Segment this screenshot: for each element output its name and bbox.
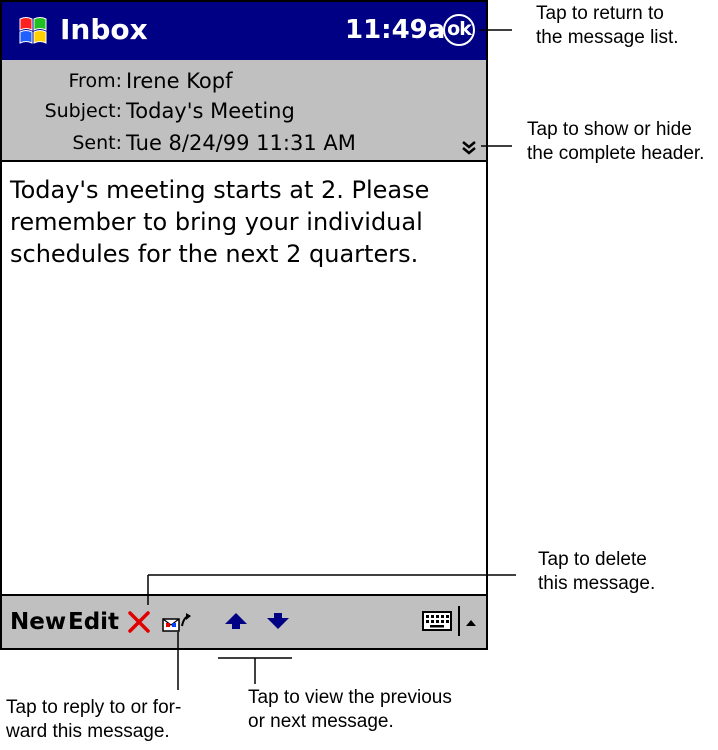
sent-row: Sent: xyxy=(2,128,122,158)
down-arrow-icon[interactable] xyxy=(266,611,290,631)
message-body: Today's meeting starts at 2. Please reme… xyxy=(10,176,430,268)
subject-row: Subject: xyxy=(2,96,122,126)
menu-new[interactable]: New xyxy=(10,606,66,638)
input-menu-arrow-icon[interactable] xyxy=(464,612,478,626)
callout-header: Tap to show or hide the complete header. xyxy=(527,119,705,164)
subject-value: Today's Meeting xyxy=(126,99,295,123)
pocket-pc-screen: Inbox 11:49a ok From: Irene Kopf Subject… xyxy=(0,0,488,650)
keyboard-icon[interactable] xyxy=(422,610,454,632)
clock[interactable]: 11:49a xyxy=(345,10,445,50)
subject-label: Subject: xyxy=(44,100,122,122)
delete-x-icon[interactable] xyxy=(126,609,152,635)
app-title: Inbox xyxy=(60,13,148,46)
callout-ok: Tap to return to the message list. xyxy=(536,3,679,48)
from-label: From: xyxy=(68,70,122,92)
double-chevron-down-icon[interactable] xyxy=(459,138,479,158)
command-bar: New Edit xyxy=(2,594,486,648)
sent-value: Tue 8/24/99 11:31 AM xyxy=(126,131,356,155)
windows-flag-icon[interactable] xyxy=(14,13,52,49)
callout-navigate: Tap to view the previous or next message… xyxy=(248,687,452,732)
from-row: From: xyxy=(2,66,122,96)
up-arrow-icon[interactable] xyxy=(224,611,248,631)
title-bar: Inbox 11:49a ok xyxy=(2,2,486,60)
message-header: From: Irene Kopf Subject: Today's Meetin… xyxy=(2,60,486,162)
ok-button[interactable]: ok xyxy=(443,14,475,46)
menu-edit[interactable]: Edit xyxy=(68,606,119,638)
callout-delete: Tap to delete this message. xyxy=(538,549,656,594)
sent-label: Sent: xyxy=(72,132,122,154)
divider xyxy=(458,606,460,636)
reply-forward-icon[interactable] xyxy=(162,612,192,634)
from-value: Irene Kopf xyxy=(126,69,233,93)
callout-reply: Tap to reply to or for- ward this messag… xyxy=(6,697,182,742)
